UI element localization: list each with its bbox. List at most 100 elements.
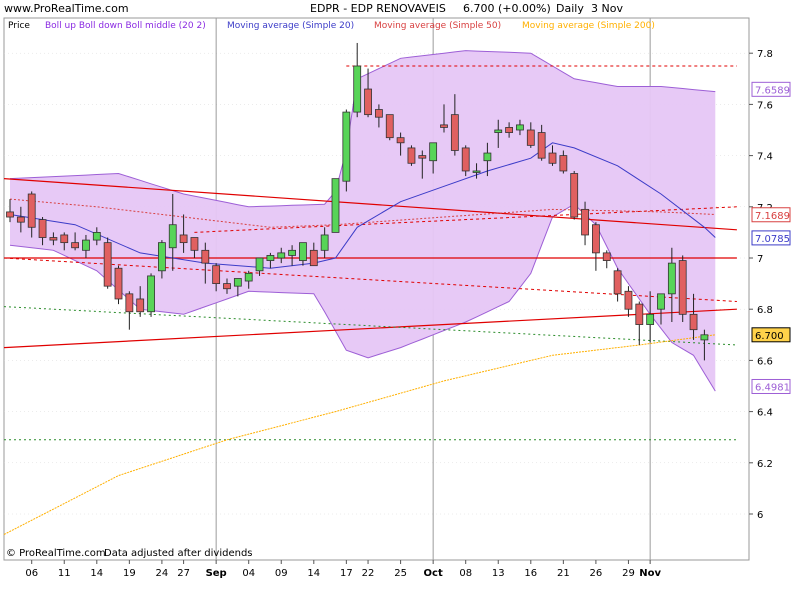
chart-root: 66.26.46.66.877.27.47.67.8061114192427Se… <box>0 0 800 600</box>
candle-body-40 <box>440 124 448 128</box>
candle-body-1 <box>16 216 25 223</box>
candle-body-30 <box>331 178 340 233</box>
price-label-4: 6.4981 <box>755 382 790 393</box>
candle-body-23 <box>255 257 264 272</box>
x-tick-label-18: 26 <box>590 568 603 579</box>
candle-body-5 <box>60 234 69 244</box>
candle-body-9 <box>103 242 112 287</box>
candle-body-6 <box>71 242 79 249</box>
y-tick-label-9: 7.8 <box>757 49 773 60</box>
candle-body-47 <box>516 124 524 131</box>
candle-body-44 <box>483 152 492 162</box>
candle-body-43 <box>472 170 481 173</box>
y-tick-label-1: 6.2 <box>757 459 773 470</box>
candle-body-62 <box>678 260 687 315</box>
candle-body-36 <box>396 137 405 144</box>
legend-price: Price <box>8 21 30 31</box>
x-tick-label-16: 16 <box>524 568 537 579</box>
candle-body-35 <box>385 114 394 139</box>
x-tick-label-2: 14 <box>90 568 103 579</box>
footer-note: Data adjusted after dividends <box>104 548 253 559</box>
candle-body-22 <box>244 272 253 282</box>
candle-body-32 <box>353 65 362 113</box>
price-label-2: 7.0785 <box>755 234 790 245</box>
candle-body-59 <box>646 313 655 325</box>
x-tick-label-5: 27 <box>177 568 190 579</box>
candle-body-24 <box>266 255 275 261</box>
candle-body-41 <box>450 114 459 151</box>
candle-body-12 <box>136 298 145 313</box>
candle-body-10 <box>114 267 123 300</box>
candle-body-49 <box>537 132 546 159</box>
candle-body-64 <box>700 334 709 341</box>
candle-body-26 <box>288 249 297 256</box>
y-tick-label-8: 7.6 <box>757 100 773 111</box>
x-tick-label-12: 25 <box>394 568 407 579</box>
candle-body-51 <box>559 155 568 172</box>
candle-body-50 <box>548 152 557 164</box>
candle-body-37 <box>407 147 416 164</box>
footer-copyright: © ProRealTime.com <box>6 548 106 559</box>
candle-body-20 <box>223 283 231 290</box>
x-tick-label-4: 24 <box>156 568 169 579</box>
date-label: 3 Nov <box>591 2 623 15</box>
candle-body-31 <box>342 111 351 182</box>
price-change: 6.700 (+0.00%) <box>463 2 551 15</box>
candle-body-33 <box>364 88 372 116</box>
candle-body-25 <box>277 252 286 259</box>
candle-body-17 <box>190 237 199 251</box>
candle-body-55 <box>602 252 611 261</box>
price-label-3: 6.700 <box>755 331 784 342</box>
candle-body-15 <box>168 224 177 249</box>
candle-body-0 <box>6 211 14 218</box>
candle-body-3 <box>38 219 47 238</box>
y-tick-label-3: 6.6 <box>757 356 773 367</box>
candle-body-27 <box>299 242 307 261</box>
x-tick-label-15: 13 <box>492 568 505 579</box>
candle-body-13 <box>147 275 155 313</box>
candle-body-8 <box>92 231 101 241</box>
candle-body-60 <box>657 293 665 310</box>
candle-body-19 <box>212 265 221 284</box>
x-tick-label-14: 08 <box>459 568 472 579</box>
y-tick-label-0: 6 <box>757 510 763 521</box>
price-label-0: 7.6589 <box>755 85 790 96</box>
x-tick-label-20: Nov <box>639 568 661 579</box>
legend-sma20: Moving average (Simple 20) <box>227 21 354 31</box>
x-tick-label-8: 09 <box>275 568 288 579</box>
candle-body-48 <box>526 129 535 146</box>
x-tick-label-1: 11 <box>58 568 71 579</box>
x-tick-label-3: 19 <box>123 568 136 579</box>
candle-body-46 <box>505 127 514 133</box>
y-tick-label-5: 7 <box>757 254 763 265</box>
candle-body-18 <box>201 249 210 264</box>
candle-body-56 <box>613 270 622 295</box>
x-tick-label-17: 21 <box>557 568 570 579</box>
instrument-title: EDPR - EDP RENOVAVEIS <box>310 2 446 15</box>
candle-body-45 <box>494 129 503 133</box>
candle-body-53 <box>581 208 589 236</box>
y-tick-label-4: 6.8 <box>757 305 773 316</box>
legend-sma200: Moving average (Simple 200) <box>522 21 655 31</box>
x-tick-label-13: Oct <box>424 568 443 579</box>
candle-body-52 <box>570 173 579 218</box>
candle-body-38 <box>418 155 427 159</box>
x-tick-label-10: 17 <box>340 568 353 579</box>
candle-body-4 <box>49 237 58 241</box>
candle-body-57 <box>624 290 633 310</box>
candle-body-58 <box>635 303 644 325</box>
candle-body-7 <box>82 239 90 251</box>
candle-body-2 <box>27 193 36 228</box>
candle-body-42 <box>461 147 470 172</box>
x-tick-label-9: 14 <box>307 568 320 579</box>
candle-body-29 <box>320 234 329 251</box>
legend-bollinger: Boll up Boll down Boll middle (20 2) <box>45 21 206 31</box>
candle-body-54 <box>592 224 600 254</box>
x-tick-label-0: 06 <box>25 568 38 579</box>
candle-body-34 <box>374 109 383 118</box>
y-tick-label-2: 6.4 <box>757 408 773 419</box>
candle-body-63 <box>689 313 698 331</box>
x-tick-label-19: 29 <box>622 568 635 579</box>
x-tick-label-6: Sep <box>206 568 227 579</box>
price-chart: 66.26.46.66.877.27.47.67.8061114192427Se… <box>0 0 800 600</box>
